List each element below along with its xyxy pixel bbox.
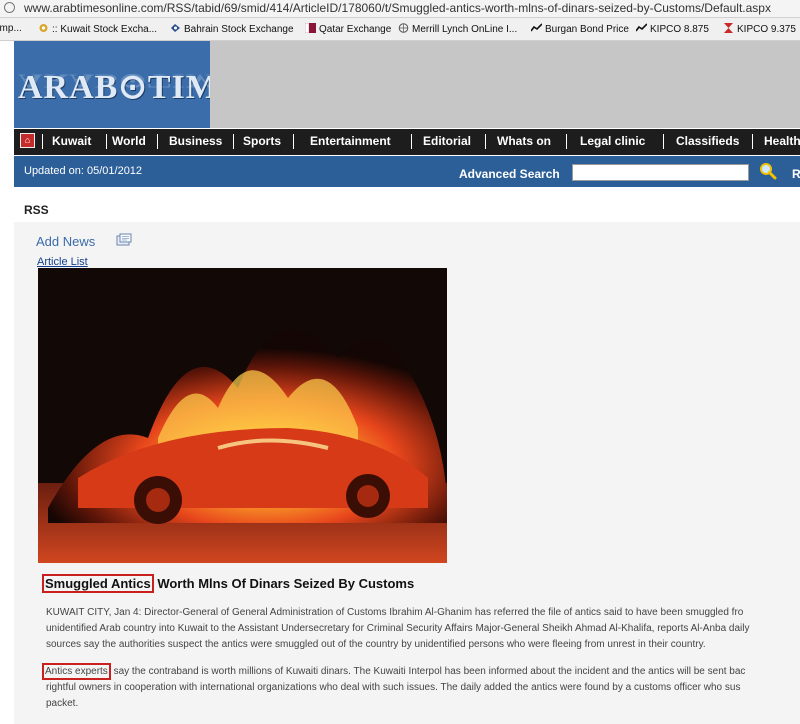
paragraph-line: KUWAIT CITY, Jan 4: Director-General of … xyxy=(46,607,744,618)
favorite-item[interactable]: KIPCO 8.875 xyxy=(636,23,709,35)
favorite-item[interactable]: Qatar Exchange xyxy=(305,23,391,35)
search-bar: Updated on: 05/01/2012 Advanced Search R xyxy=(14,156,800,187)
chart-icon xyxy=(531,23,542,32)
burning-car-image xyxy=(38,268,447,563)
page-icon xyxy=(4,2,15,13)
nav-item-editorial[interactable]: Editorial xyxy=(423,134,471,148)
page-title: RSS xyxy=(24,203,49,217)
home-icon[interactable]: ⌂ xyxy=(20,133,35,148)
favorite-label: Qatar Exchange xyxy=(319,24,392,35)
search-icon[interactable] xyxy=(759,162,777,180)
add-news-link[interactable]: Add News xyxy=(36,234,95,249)
favorite-label: KIPCO 8.875 xyxy=(650,24,709,35)
main-nav: ⌂ Kuwait World Business Sports Entertain… xyxy=(14,129,800,155)
nav-item-kuwait[interactable]: Kuwait xyxy=(52,134,91,148)
gear-icon xyxy=(39,24,48,32)
bahrain-icon xyxy=(171,24,180,32)
favorites-bar: omp... :: Kuwait Stock Excha... Bahrain … xyxy=(0,18,800,41)
search-input[interactable] xyxy=(572,164,749,181)
article-paragraph: Antics experts say the contraband is wor… xyxy=(42,663,800,712)
paragraph-highlight: Antics experts xyxy=(42,663,111,680)
nav-separator xyxy=(485,134,486,149)
article-list-link[interactable]: Article List xyxy=(37,256,88,268)
paragraph-line-rest: say the contraband is worth millions of … xyxy=(110,666,746,677)
nav-separator xyxy=(157,134,158,149)
search-more-label[interactable]: R xyxy=(792,167,800,181)
article-paragraph: KUWAIT CITY, Jan 4: Director-General of … xyxy=(46,605,800,653)
favorite-label: KIPCO 9.375 xyxy=(737,24,796,35)
nav-separator xyxy=(233,134,234,149)
nav-item-business[interactable]: Business xyxy=(169,134,222,148)
newspaper-icon[interactable] xyxy=(116,233,132,246)
favorite-item[interactable]: Bahrain Stock Exchange xyxy=(170,23,294,35)
chart-icon xyxy=(636,23,647,32)
nav-item-health[interactable]: Health xyxy=(764,134,800,148)
paragraph-line: sources say the authorities suspect the … xyxy=(46,639,706,650)
nav-item-entertainment[interactable]: Entertainment xyxy=(310,134,391,148)
paragraph-line: rightful owners in cooperation with inte… xyxy=(46,682,741,693)
logo[interactable]: ARAB⊙TIMES ARAB⊙TIMES xyxy=(14,41,262,128)
banner-area xyxy=(210,41,800,128)
favorite-label: :: Kuwait Stock Excha... xyxy=(52,24,158,35)
favorite-item[interactable]: Merrill Lynch OnLine I... xyxy=(398,23,517,35)
nav-item-legal-clinic[interactable]: Legal clinic xyxy=(580,134,645,148)
globe-icon xyxy=(398,23,409,33)
nav-separator xyxy=(752,134,753,149)
nav-separator xyxy=(293,134,294,149)
favorite-label: omp... xyxy=(0,23,22,34)
qatar-icon xyxy=(305,23,316,33)
site-header: ARAB⊙TIMES ARAB⊙TIMES xyxy=(0,41,800,128)
nav-item-sports[interactable]: Sports xyxy=(243,134,281,148)
favorite-item[interactable]: :: Kuwait Stock Excha... xyxy=(38,23,157,35)
article-headline: Smuggled Antics Worth Mlns Of Dinars Sei… xyxy=(42,574,415,593)
paragraph-line: Antics experts say the contraband is wor… xyxy=(42,663,800,680)
favorite-item[interactable]: KIPCO 9.375 xyxy=(723,23,796,35)
updated-date: Updated on: 05/01/2012 xyxy=(24,165,143,177)
kipco-icon xyxy=(724,23,733,33)
nav-separator xyxy=(566,134,567,149)
nav-item-classifieds[interactable]: Classifieds xyxy=(676,134,739,148)
headline-rest: Worth Mlns Of Dinars Seized By Customs xyxy=(153,576,415,591)
article-photo xyxy=(38,268,447,563)
paragraph-line: packet. xyxy=(46,698,79,709)
paragraph-line: unidentified Arab country into Kuwait to… xyxy=(46,623,750,634)
favorite-label: Bahrain Stock Exchange xyxy=(184,24,294,35)
nav-separator xyxy=(42,134,43,149)
headline-highlight: Smuggled Antics xyxy=(42,574,154,593)
nav-item-world[interactable]: World xyxy=(112,134,146,148)
favorite-label: Burgan Bond Price xyxy=(545,24,629,35)
favorite-label: Merrill Lynch OnLine I... xyxy=(412,24,518,35)
nav-item-whats-on[interactable]: Whats on xyxy=(497,134,551,148)
favorite-item[interactable]: Burgan Bond Price xyxy=(531,23,629,35)
nav-separator xyxy=(106,134,107,149)
nav-separator xyxy=(663,134,664,149)
nav-separator xyxy=(411,134,412,149)
favorite-item[interactable]: omp... xyxy=(0,23,22,34)
advanced-search-link[interactable]: Advanced Search xyxy=(459,167,560,181)
address-url[interactable]: www.arabtimesonline.com/RSS/tabid/69/smi… xyxy=(24,1,771,15)
address-bar[interactable]: www.arabtimesonline.com/RSS/tabid/69/smi… xyxy=(0,0,800,18)
